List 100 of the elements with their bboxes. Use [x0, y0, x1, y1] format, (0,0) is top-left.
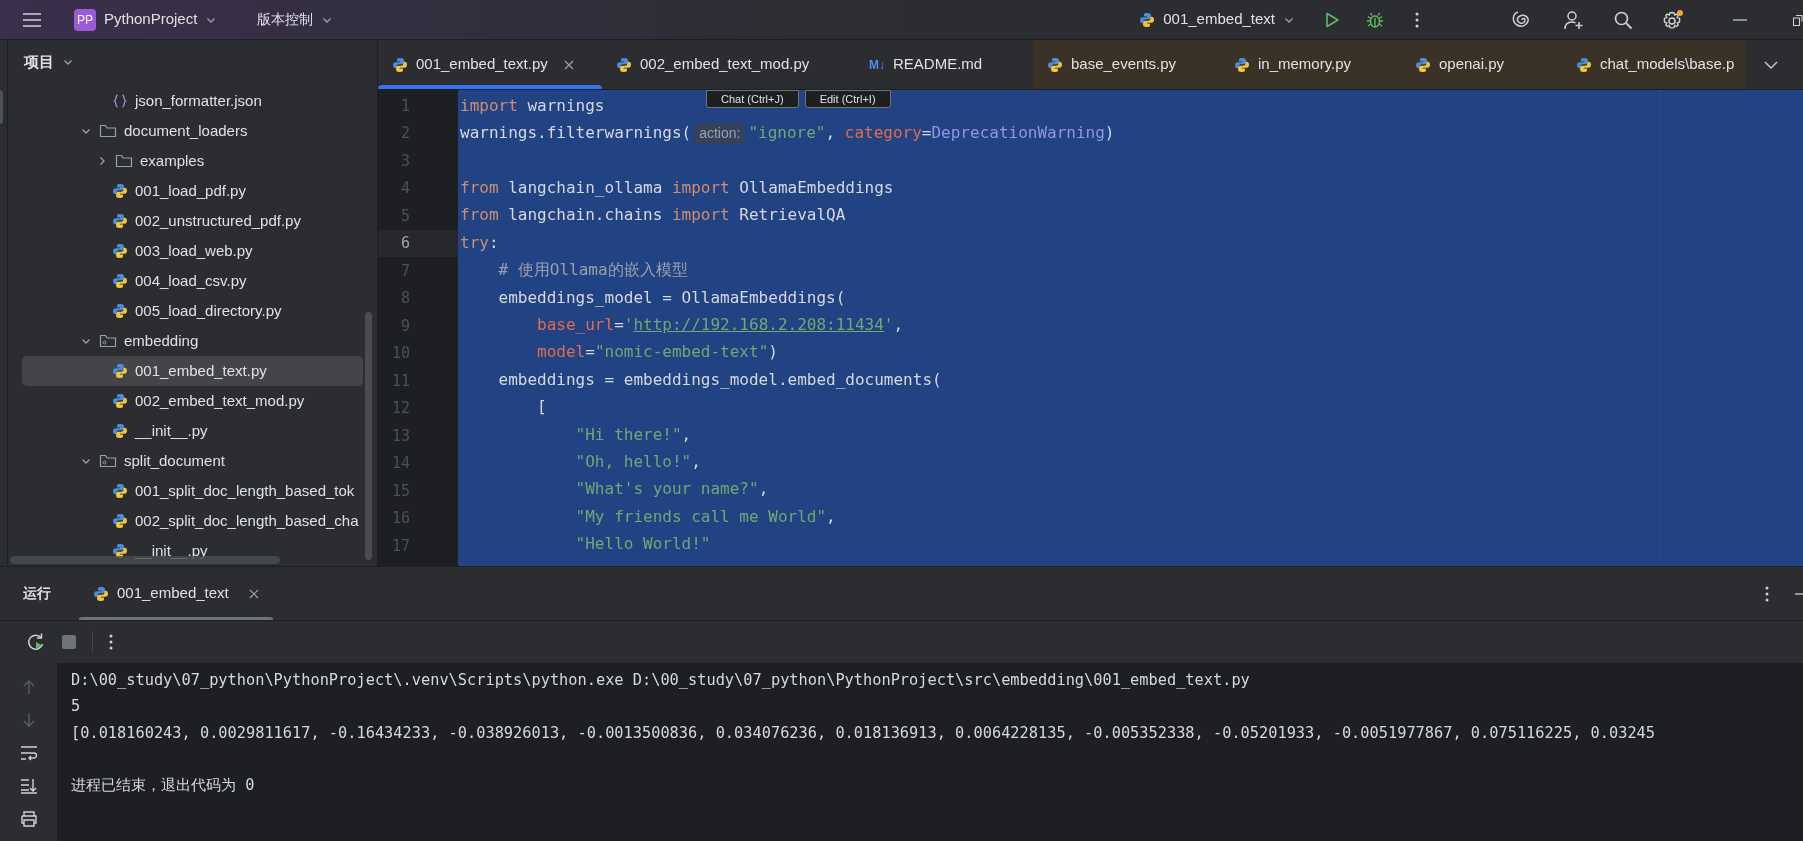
tree-item[interactable]: 001_split_doc_length_based_tok	[22, 476, 363, 506]
code-line: warnings.filterwarnings( action: "ignore", category=DeprecationWarning)	[460, 121, 1115, 146]
python-icon	[112, 363, 128, 379]
tree-item[interactable]: document_loaders	[22, 116, 363, 146]
tree-item[interactable]: 001_load_pdf.py	[22, 176, 363, 206]
python-icon	[392, 56, 408, 73]
console-line: [0.018160243, 0.0029811617, -0.16434233, -0.038926013, -0.0013500836, 0.034076236, 0.018136913, 0.0064228135, -0.005352338, -0.05201933, -0.0051977867, 0.075116225, 0.03245	[71, 722, 1656, 744]
code-line: "My friends call me World",	[574, 505, 836, 528]
tree-item-label: 003_load_web.py	[135, 240, 253, 261]
tree-item[interactable]: 002_unstructured_pdf.py	[22, 206, 363, 236]
tree-item[interactable]: json_formatter.json	[22, 86, 363, 116]
close-icon[interactable]	[248, 588, 259, 599]
tree-item[interactable]: examples	[22, 146, 363, 176]
run-config-selector[interactable]: 001_embed_text	[1139, 8, 1295, 31]
python-icon	[616, 56, 632, 73]
tree-item[interactable]: 005_load_directory.py	[22, 296, 363, 326]
more-icon[interactable]	[1765, 585, 1769, 602]
close-icon[interactable]	[563, 59, 574, 70]
python-icon	[112, 393, 128, 409]
tree-item[interactable]: 003_load_web.py	[22, 236, 363, 266]
code-line: embeddings_model = OllamaEmbeddings(	[497, 286, 846, 309]
python-icon	[112, 243, 128, 259]
python-icon	[112, 303, 128, 319]
tab-label: 002_embed_text_mod.py	[640, 54, 810, 75]
editor-tab[interactable]: in_memory.py	[1220, 40, 1401, 89]
floating-action-button[interactable]: Chat (Ctrl+J)	[706, 90, 799, 108]
settings-icon[interactable]	[1661, 8, 1685, 31]
editor-tab[interactable]: openai.py	[1401, 40, 1562, 89]
python-icon	[1576, 56, 1592, 73]
editor-tab[interactable]: M↓ README.md	[855, 40, 1033, 89]
tree-item-label: 005_load_directory.py	[135, 300, 282, 321]
code-line: import warnings	[460, 94, 605, 117]
tab-label: chat_models\base.p	[1600, 54, 1735, 75]
python-icon	[1047, 56, 1063, 73]
tree-item-label: json_formatter.json	[135, 90, 262, 111]
rerun-icon[interactable]	[26, 632, 46, 652]
code-line: "What's your name?",	[574, 478, 769, 501]
markdown-icon: M↓	[869, 55, 885, 74]
tab-label: 001_embed_text	[117, 583, 229, 604]
menu-icon[interactable]	[22, 11, 42, 28]
vcs-menu[interactable]: 版本控制	[257, 9, 334, 30]
tree-item-label: split_document	[124, 450, 225, 471]
console-line: 进程已结束，退出代码为 0	[71, 775, 255, 797]
console-command: D:\00_study\07_python\PythonProject\.venv\Scripts\python.exe D:\00_study\07_python\PythonProject\src\embedding\001_embed_text.py	[71, 669, 1250, 691]
tree-item[interactable]: 002_embed_text_mod.py	[22, 386, 363, 416]
panel-title[interactable]: 项目	[24, 50, 74, 74]
editor-tab[interactable]: chat_models\base.p	[1562, 40, 1746, 89]
project-switcher[interactable]: PP PythonProject	[74, 8, 218, 31]
code-line: embeddings = embeddings_model.embed_documents(	[497, 368, 942, 391]
tree-item[interactable]: __init__.py	[22, 416, 363, 446]
run-icon[interactable]	[1323, 10, 1341, 29]
tab-list-icon[interactable]	[1764, 59, 1778, 70]
panel-title: 运行	[23, 584, 51, 603]
editor-tab[interactable]: 001_embed_text.py	[378, 40, 602, 89]
tree-item[interactable]: 004_load_csv.py	[22, 266, 363, 296]
floating-action-button[interactable]: Edit (Ctrl+I)	[804, 90, 891, 108]
tree-item[interactable]: __init__.py	[22, 536, 363, 566]
tree-item-label: 002_embed_text_mod.py	[135, 390, 305, 411]
tree-item-label: 001_load_pdf.py	[135, 180, 246, 201]
python-icon	[1234, 56, 1250, 73]
search-icon[interactable]	[1613, 9, 1633, 30]
scroll-to-end-icon[interactable]	[19, 778, 38, 794]
code-line: # 使用Ollama的嵌入模型	[497, 259, 688, 282]
tree-item-label: embedding	[124, 330, 199, 351]
more-icon[interactable]	[1415, 11, 1419, 28]
run-tab[interactable]: 001_embed_text	[79, 567, 273, 620]
vertical-scrollbar[interactable]	[365, 312, 372, 560]
code-line: from langchain.chains import RetrievalQA	[460, 204, 846, 227]
code-line: "Hi there!",	[574, 423, 692, 446]
tree-item-label: 004_load_csv.py	[135, 270, 247, 291]
tree-item[interactable]: split_document	[22, 446, 363, 476]
python-icon	[1415, 56, 1431, 73]
print-icon[interactable]	[19, 811, 38, 827]
tree-item-label: __init__.py	[135, 540, 208, 561]
soft-wrap-icon[interactable]	[19, 745, 38, 761]
minimize-icon[interactable]	[1733, 18, 1747, 21]
tab-label: openai.py	[1439, 54, 1505, 75]
editor-tab[interactable]: 002_embed_text_mod.py	[602, 40, 855, 89]
code-line: from langchain_ollama import OllamaEmbeddings	[460, 176, 894, 199]
restore-icon[interactable]	[1793, 13, 1803, 26]
add-user-icon[interactable]	[1563, 8, 1585, 31]
more-icon[interactable]	[109, 634, 113, 650]
python-icon	[112, 273, 128, 289]
minimize-icon[interactable]	[1795, 592, 1803, 595]
braces-icon	[112, 93, 128, 109]
tree-item-label: 001_embed_text.py	[135, 360, 267, 381]
python-icon	[112, 513, 128, 529]
tab-label: base_events.py	[1071, 54, 1177, 75]
code-line: [	[536, 396, 547, 419]
package-folder-icon	[99, 453, 117, 469]
line-number: 6	[400, 233, 410, 254]
code-line: "Hello World!"	[574, 533, 711, 556]
editor-tab[interactable]: base_events.py	[1033, 40, 1220, 89]
project-badge: PP	[74, 8, 96, 31]
tree-item-label: 001_split_doc_length_based_tok	[135, 480, 355, 501]
tree-item[interactable]: 002_split_doc_length_based_cha	[22, 506, 363, 536]
tree-item[interactable]: 001_embed_text.py	[22, 356, 363, 386]
code-line: base_url='http://192.168.2.208:11434',	[536, 313, 904, 336]
console-line: 5	[71, 696, 81, 718]
tree-item[interactable]: embedding	[22, 326, 363, 356]
